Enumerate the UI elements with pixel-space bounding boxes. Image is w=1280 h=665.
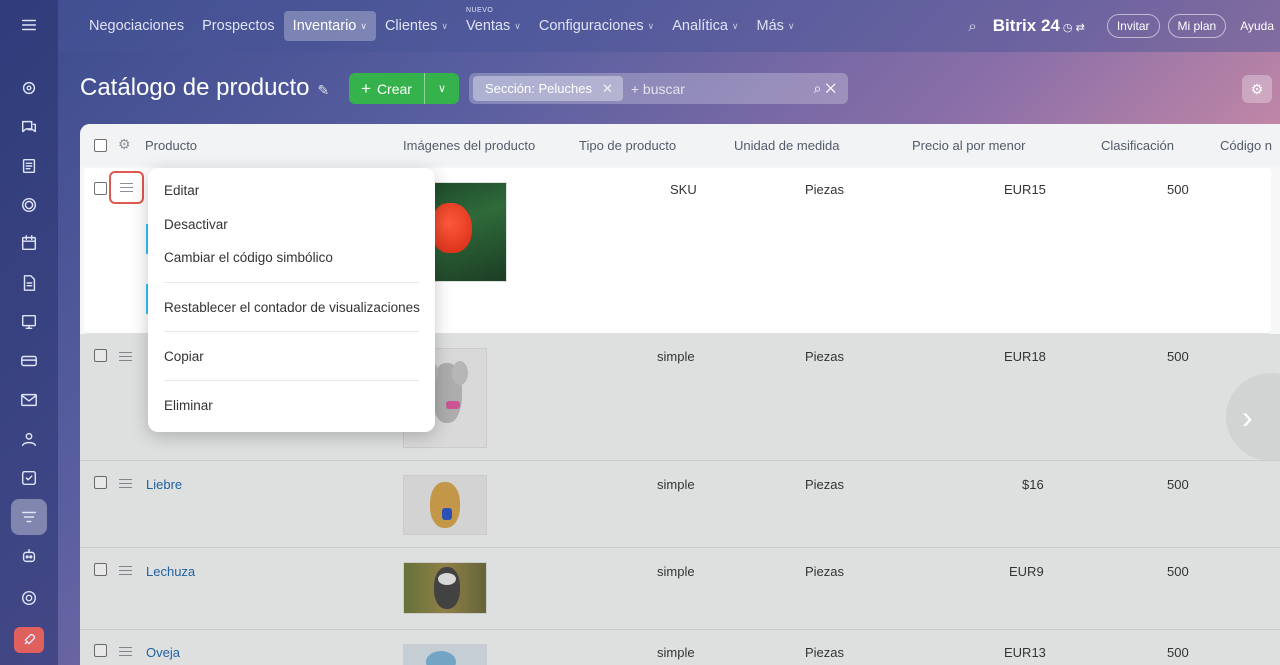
nav-item-7[interactable]: Más ∨ bbox=[747, 11, 803, 41]
mail-icon[interactable] bbox=[14, 385, 44, 415]
product-rating: 500 bbox=[1167, 182, 1189, 197]
gear-icon[interactable]: ⚙ bbox=[1242, 75, 1272, 103]
sites-icon[interactable] bbox=[14, 307, 44, 337]
page-title: Catálogo de producto ✎ bbox=[80, 74, 330, 101]
select-all-checkbox[interactable] bbox=[94, 139, 107, 152]
column-code[interactable]: Código n bbox=[1220, 138, 1272, 153]
menu-item-edit[interactable]: Editar bbox=[164, 183, 199, 198]
filter-search[interactable]: Sección: Peluches ✕ + buscar ⌕ ✕ bbox=[469, 73, 848, 104]
product-image bbox=[423, 182, 507, 282]
row-context-menu: Editar Desactivar Cambiar el código simb… bbox=[148, 168, 435, 432]
nav-item-label: Prospectos bbox=[202, 18, 275, 34]
menu-icon bbox=[120, 183, 133, 192]
search-icon[interactable]: ⌕ bbox=[968, 18, 976, 35]
column-price[interactable]: Precio al por menor bbox=[912, 138, 1025, 153]
menu-icon[interactable] bbox=[14, 10, 44, 40]
new-badge: NUEVO bbox=[465, 7, 494, 14]
nav-item-3[interactable]: Clientes ∨ bbox=[376, 11, 457, 41]
rocket-icon[interactable] bbox=[14, 627, 44, 653]
nav-item-6[interactable]: Analítica ∨ bbox=[663, 11, 747, 41]
pin-icon[interactable]: ✎ bbox=[318, 82, 330, 98]
documents-icon[interactable] bbox=[14, 268, 44, 298]
nav-item-label: Clientes bbox=[384, 18, 438, 34]
chevron-down-icon: ∨ bbox=[731, 20, 739, 31]
automation-icon[interactable] bbox=[14, 541, 44, 571]
my-plan-button[interactable]: Mi plan bbox=[1167, 14, 1227, 38]
nav-item-label: Negociaciones bbox=[89, 18, 185, 34]
product-price: EUR15 bbox=[1004, 182, 1046, 197]
menu-item-delete[interactable]: Eliminar bbox=[164, 398, 213, 413]
chevron-down-icon: ∨ bbox=[787, 20, 795, 31]
payments-icon[interactable] bbox=[14, 346, 44, 376]
grid-settings-icon[interactable]: ⚙ bbox=[118, 136, 131, 153]
nav-item-0[interactable]: Negociaciones bbox=[80, 11, 193, 41]
close-icon[interactable]: ✕ bbox=[602, 81, 613, 97]
menu-item-change-code[interactable]: Cambiar el código simbólico bbox=[164, 250, 333, 265]
invite-button[interactable]: Invitar bbox=[1106, 14, 1160, 38]
menu-divider bbox=[164, 331, 419, 332]
chevron-down-icon: ∨ bbox=[647, 20, 655, 31]
top-navigation: Negociaciones Prospectos Inventario ∨ Client… bbox=[58, 0, 1280, 52]
nav-item-4[interactable]: NUEVO Ventas ∨ bbox=[457, 7, 530, 41]
column-type[interactable]: Tipo de producto bbox=[579, 138, 676, 153]
calendar-icon[interactable] bbox=[14, 228, 44, 258]
contacts-icon[interactable] bbox=[14, 424, 44, 454]
product-type: SKU bbox=[670, 182, 697, 197]
menu-divider bbox=[164, 282, 419, 283]
column-product[interactable]: Producto bbox=[145, 138, 197, 153]
filter-chip[interactable]: Sección: Peluches ✕ bbox=[473, 76, 623, 101]
nav-item-5[interactable]: Configuraciones ∨ bbox=[530, 11, 663, 41]
nav-item-label: Inventario bbox=[292, 18, 357, 34]
row-actions-button[interactable] bbox=[109, 171, 144, 204]
settings-icon[interactable] bbox=[14, 583, 44, 613]
create-button[interactable]: + Crear ∨ bbox=[349, 73, 459, 104]
nav-item-label: Ventas bbox=[465, 18, 511, 34]
widget-icon[interactable] bbox=[14, 73, 44, 103]
brand-logo: Bitrix 24 ◷ ⇄ bbox=[992, 16, 1085, 35]
tasks-icon[interactable] bbox=[14, 463, 44, 493]
chat-icon[interactable] bbox=[14, 112, 44, 142]
nav-item-label: Configuraciones bbox=[538, 18, 644, 34]
menu-item-deactivate[interactable]: Desactivar bbox=[164, 217, 228, 232]
search-clear-icons[interactable]: ⌕ ✕ bbox=[814, 80, 836, 97]
row-checkbox[interactable] bbox=[94, 182, 107, 195]
column-rating[interactable]: Clasificación bbox=[1101, 138, 1174, 153]
search-input[interactable]: + buscar bbox=[631, 81, 685, 97]
top-right-tools: ⌕ Bitrix 24 ◷ ⇄ Invitar Mi plan Ayuda bbox=[968, 0, 1280, 52]
nav-item-2[interactable]: Inventario ∨ bbox=[283, 11, 376, 41]
left-sidebar bbox=[0, 0, 58, 665]
nav-item-1[interactable]: Prospectos bbox=[193, 11, 284, 41]
chevron-down-icon: ∨ bbox=[441, 20, 448, 31]
menu-divider bbox=[164, 380, 419, 381]
chevron-down-icon: ∨ bbox=[514, 20, 521, 31]
help-button[interactable]: Ayuda bbox=[1234, 14, 1280, 38]
chevron-down-icon[interactable]: ∨ bbox=[425, 82, 459, 95]
nav-item-label: Más bbox=[756, 18, 784, 34]
menu-item-copy[interactable]: Copiar bbox=[164, 349, 204, 364]
feed-icon[interactable] bbox=[14, 151, 44, 181]
grid-header: ⚙ Producto Imágenes del producto Tipo de… bbox=[80, 124, 1280, 166]
product-unit: Piezas bbox=[805, 182, 845, 197]
plus-icon: + bbox=[361, 78, 371, 98]
column-images[interactable]: Imágenes del producto bbox=[403, 138, 535, 153]
nav-item-label: Analítica bbox=[672, 18, 728, 34]
menu-item-reset-counter[interactable]: Restablecer el contador de visualizacion… bbox=[164, 300, 420, 315]
chevron-down-icon: ∨ bbox=[360, 20, 367, 31]
main-menu: Negociaciones Prospectos Inventario ∨ Client… bbox=[80, 0, 803, 52]
crm-icon[interactable] bbox=[14, 190, 44, 220]
inventory-icon[interactable] bbox=[11, 499, 47, 535]
column-unit[interactable]: Unidad de medida bbox=[734, 138, 840, 153]
